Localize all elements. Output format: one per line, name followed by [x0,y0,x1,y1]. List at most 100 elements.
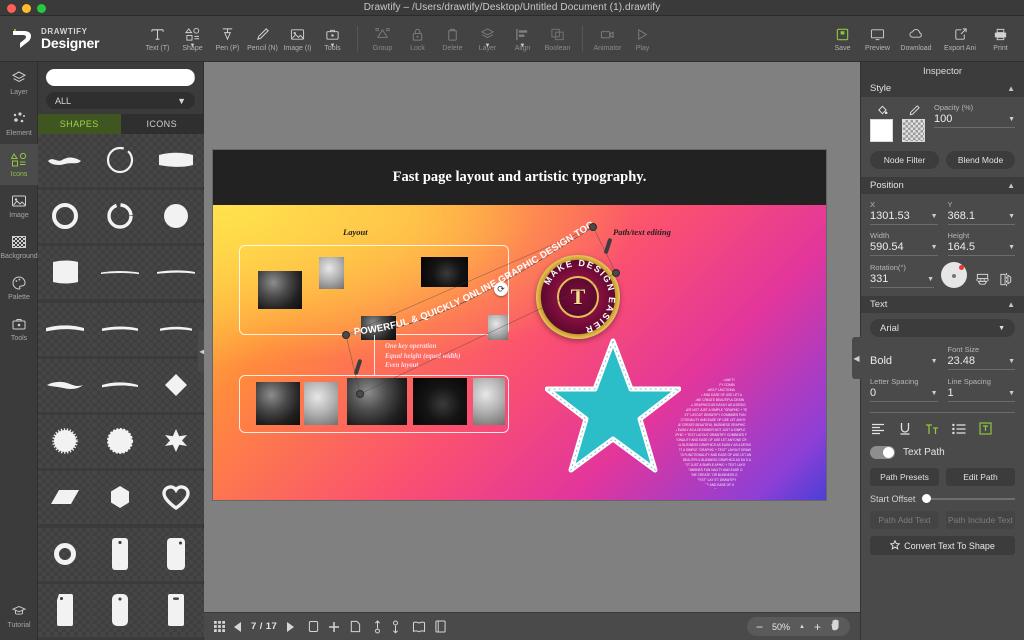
tool-layer[interactable]: ▼ Layer [470,17,505,61]
edit-path-button[interactable]: Edit Path [946,468,1015,486]
shape-item[interactable] [148,527,204,581]
font-family-dropdown[interactable]: Arial ▼ [870,319,1015,337]
zoom-out-button[interactable]: − [756,621,763,633]
shape-item[interactable] [93,358,149,412]
sidebar-item-image[interactable]: Image [0,185,38,226]
tool-save[interactable]: Save [825,17,860,61]
shape-item[interactable] [93,246,149,300]
shape-item[interactable] [93,471,149,525]
tool-boolean[interactable]: Boolean [540,17,575,61]
shape-item[interactable] [38,471,94,525]
convert-text-to-shape-button[interactable]: Convert Text To Shape [870,536,1015,555]
sidebar-item-icons[interactable]: Icons [0,144,38,185]
tool-group[interactable]: Group [365,17,400,61]
shape-item[interactable] [38,302,94,356]
spread-view-icon[interactable] [412,621,426,633]
tab-shapes[interactable]: SHAPES [38,114,121,134]
inspector-collapse-handle[interactable]: ◀ [852,337,861,379]
move-up-icon[interactable] [373,619,382,634]
selection-handle[interactable] [356,390,364,398]
sidebar-item-background[interactable]: Background [0,226,38,267]
hand-icon[interactable] [830,618,841,636]
rotation-dial[interactable] [941,262,967,288]
selection-handle[interactable] [612,269,620,277]
y-field[interactable]: Y 368.1 ▼ [947,200,1015,225]
letter-spacing-field[interactable]: Letter Spacing 0 ▼ [870,377,938,402]
chevron-down-icon[interactable]: ▼ [927,276,934,283]
selection-bar-handle[interactable] [353,358,363,376]
opacity-field[interactable]: Opacity (%) 100 ▼ [934,103,1015,128]
line-spacing-field[interactable]: Line Spacing 1 ▼ [947,377,1015,402]
rotate-handle[interactable]: ⟳ [494,282,508,296]
list-icon[interactable] [951,421,966,436]
shape-item[interactable] [148,471,204,525]
single-view-icon[interactable] [435,620,446,633]
chevron-down-icon[interactable]: ▼ [931,358,938,365]
section-position-header[interactable]: Position ▲ [861,177,1024,194]
shape-item[interactable] [38,246,94,300]
width-field[interactable]: Width 590.54 ▼ [870,231,938,256]
text-path-toggle[interactable] [870,446,895,459]
tool-align[interactable]: ▼ Align [505,17,540,61]
x-field[interactable]: X 1301.53 ▼ [870,200,938,225]
maximize-window-button[interactable] [37,4,46,13]
shape-item[interactable] [148,190,204,244]
tool-pen[interactable]: Pen (P) [210,17,245,61]
search-input[interactable] [46,69,194,86]
align-left-icon[interactable] [870,421,885,436]
shape-item[interactable] [93,134,149,187]
tool-shape[interactable]: ▼ Shape [175,17,210,61]
sidebar-item-tutorial[interactable]: Tutorial [0,595,38,636]
zoom-in-button[interactable]: + [814,621,821,633]
tool-preview[interactable]: Preview [860,17,895,61]
text-box-icon[interactable] [978,421,993,436]
path-add-text-button[interactable]: Path Add Text [870,511,939,529]
section-style-header[interactable]: Style ▲ [861,80,1024,97]
section-text-header[interactable]: Text ▲ [861,296,1024,313]
tool-print[interactable]: Print [983,17,1018,61]
shape-item[interactable] [93,302,149,356]
zoom-control[interactable]: − 50% ▲ + [747,617,850,636]
text-path-toggle-row[interactable]: Text Path [870,446,1015,459]
sidebar-item-element[interactable]: Element [0,103,38,144]
seal-badge[interactable]: MAKE DESIGN EASIER T [536,255,620,339]
next-page-icon[interactable] [286,621,295,632]
shape-item[interactable] [38,358,94,412]
canvas-area[interactable]: Fast page layout and artistic typography… [204,62,860,612]
rotation-field[interactable]: Rotation(°) 331 ▼ [870,263,934,288]
artboard[interactable]: Fast page layout and artistic typography… [213,150,826,500]
height-field[interactable]: Height 164.5 ▼ [947,231,1015,256]
chevron-down-icon[interactable]: ▼ [931,213,938,220]
selection-bar-handle[interactable] [603,237,613,255]
path-presets-button[interactable]: Path Presets [870,468,939,486]
start-offset-slider[interactable] [922,494,1015,503]
stroke-color-swatch[interactable] [902,119,925,142]
wordcloud-shape[interactable]: RAW TI FY COMBI INES F UNCTIONA LITY AND… [653,373,798,493]
add-page-icon[interactable] [328,621,340,633]
minimize-window-button[interactable] [22,4,31,13]
shape-item[interactable] [38,583,94,637]
tool-download[interactable]: Download [895,17,937,61]
zoom-chevron-up-icon[interactable]: ▲ [799,624,805,630]
window-controls[interactable] [7,4,46,13]
node-filter-button[interactable]: Node Filter [870,151,939,169]
shape-item[interactable] [93,190,149,244]
shape-item[interactable] [38,190,94,244]
shape-item[interactable] [93,583,149,637]
selection-handle[interactable] [589,223,597,231]
tool-text[interactable]: Text (T) [140,17,175,61]
chevron-down-icon[interactable]: ▼ [1008,213,1015,220]
duplicate-page-icon[interactable] [349,620,361,633]
chevron-down-icon[interactable]: ▼ [1008,390,1015,397]
chevron-down-icon[interactable]: ▼ [1008,358,1015,365]
shape-item[interactable] [148,583,204,637]
shape-item[interactable] [93,527,149,581]
underline-icon[interactable] [897,421,912,436]
move-down-icon[interactable] [391,619,400,634]
tool-animator[interactable]: Animator [590,17,625,61]
shape-item[interactable] [38,415,94,469]
tool-lock[interactable]: Lock [400,17,435,61]
grid-icon[interactable] [214,621,225,632]
rotation-dial-handle[interactable] [959,265,964,270]
close-window-button[interactable] [7,4,16,13]
